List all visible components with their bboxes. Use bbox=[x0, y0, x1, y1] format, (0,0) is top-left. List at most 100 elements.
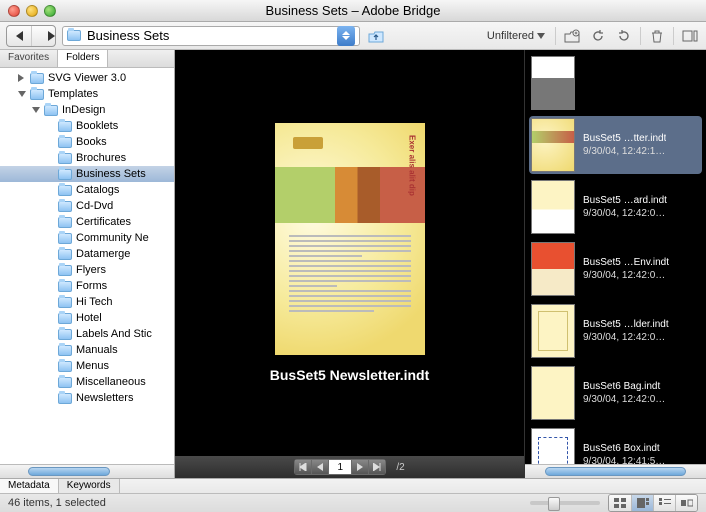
tree-item[interactable]: Certificates bbox=[0, 214, 174, 230]
sidebar-tab-favorites[interactable]: Favorites bbox=[0, 50, 58, 67]
content-horizontal-scrollbar[interactable] bbox=[525, 464, 706, 478]
view-versions-button[interactable] bbox=[675, 495, 697, 511]
tree-item[interactable]: SVG Viewer 3.0 bbox=[0, 70, 174, 86]
tree-item-label: Newsletters bbox=[76, 392, 133, 404]
rotate-cw-button[interactable] bbox=[614, 26, 634, 46]
folder-icon bbox=[44, 105, 58, 116]
disclosure-triangle-icon[interactable] bbox=[32, 107, 40, 113]
window-title: Business Sets – Adobe Bridge bbox=[0, 3, 706, 18]
thumbnail-item[interactable]: BusSet5 …tter.indt9/30/04, 12:42:1… bbox=[529, 116, 702, 174]
traffic-lights bbox=[8, 5, 56, 17]
path-dropdown[interactable]: Business Sets bbox=[62, 26, 360, 46]
tree-item-label: Forms bbox=[76, 280, 107, 292]
tree-item-label: Certificates bbox=[76, 216, 131, 228]
window-minimize-button[interactable] bbox=[26, 5, 38, 17]
sidebar-horizontal-scrollbar[interactable] bbox=[0, 464, 174, 478]
sidebar-tab-folders[interactable]: Folders bbox=[58, 50, 108, 67]
preview-page-controls: /2 bbox=[175, 456, 524, 478]
tree-item-label: Templates bbox=[48, 88, 98, 100]
tree-item[interactable]: Books bbox=[0, 134, 174, 150]
filter-label: Unfiltered bbox=[487, 30, 534, 42]
view-mode-buttons bbox=[608, 494, 698, 512]
status-text: 46 items, 1 selected bbox=[8, 497, 106, 509]
tree-item[interactable]: Hi Tech bbox=[0, 294, 174, 310]
folder-icon bbox=[58, 153, 72, 164]
folder-icon bbox=[58, 393, 72, 404]
tree-item[interactable]: Booklets bbox=[0, 118, 174, 134]
tree-item[interactable]: Manuals bbox=[0, 342, 174, 358]
thumbnail-image bbox=[531, 304, 575, 358]
thumbnail-item[interactable]: BusSet6 Box.indt9/30/04, 12:41:5… bbox=[525, 424, 706, 464]
filter-dropdown[interactable]: Unfiltered bbox=[483, 30, 549, 42]
page-first-button[interactable] bbox=[295, 460, 311, 474]
thumbnail-item[interactable]: BusSet6 Bag.indt 9/30/04, 12:42:0… bbox=[525, 362, 706, 424]
thumbnail-filename: BusSet5 …lder.indt bbox=[583, 319, 669, 330]
view-thumbnails-button[interactable] bbox=[609, 495, 631, 511]
tree-item[interactable]: Templates bbox=[0, 86, 174, 102]
nav-back-button[interactable] bbox=[7, 26, 31, 46]
rotate-ccw-button[interactable] bbox=[588, 26, 608, 46]
tree-item[interactable]: Miscellaneous bbox=[0, 374, 174, 390]
bottom-bar: Metadata Keywords 46 items, 1 selected bbox=[0, 478, 706, 512]
tree-item[interactable]: Forms bbox=[0, 278, 174, 294]
window-close-button[interactable] bbox=[8, 5, 20, 17]
page-total: /2 bbox=[396, 462, 404, 473]
page-number-input[interactable] bbox=[329, 460, 351, 474]
preview-pane: Exer alis alit dip BusSet5 Newsletter.in… bbox=[175, 50, 524, 478]
folder-icon bbox=[58, 377, 72, 388]
tree-item-label: Community Ne bbox=[76, 232, 149, 244]
view-details-button[interactable] bbox=[653, 495, 675, 511]
thumbnail-item[interactable] bbox=[525, 52, 706, 114]
path-stepper-icon[interactable] bbox=[337, 26, 355, 46]
new-folder-button[interactable] bbox=[562, 26, 582, 46]
tree-item[interactable]: Brochures bbox=[0, 150, 174, 166]
preview-filename: BusSet5 Newsletter.indt bbox=[270, 367, 430, 383]
bottom-tab-metadata[interactable]: Metadata bbox=[0, 479, 59, 493]
tree-item[interactable]: Datamerge bbox=[0, 246, 174, 262]
thumbnail-date: 9/30/04, 12:42:1… bbox=[583, 146, 666, 157]
view-filmstrip-button[interactable] bbox=[631, 495, 653, 511]
folder-icon bbox=[58, 345, 72, 356]
preview-thumbnail[interactable]: Exer alis alit dip bbox=[275, 123, 425, 355]
go-up-button[interactable] bbox=[366, 27, 386, 45]
tree-item[interactable]: Hotel bbox=[0, 310, 174, 326]
thumbnail-size-slider[interactable] bbox=[530, 501, 600, 505]
tree-item-label: Hi Tech bbox=[76, 296, 112, 308]
thumbnail-image bbox=[531, 366, 575, 420]
page-last-button[interactable] bbox=[369, 460, 385, 474]
trash-button[interactable] bbox=[647, 26, 667, 46]
thumbnail-date: 9/30/04, 12:42:0… bbox=[583, 394, 665, 405]
folder-icon bbox=[58, 201, 72, 212]
thumbnail-filename: BusSet6 Bag.indt bbox=[583, 381, 665, 392]
folder-icon bbox=[58, 265, 72, 276]
page-prev-button[interactable] bbox=[312, 460, 328, 474]
thumbnail-item[interactable]: BusSet5 …Env.indt9/30/04, 12:42:0… bbox=[525, 238, 706, 300]
thumbnail-date: 9/30/04, 12:41:5… bbox=[583, 456, 665, 464]
tree-item-label: Hotel bbox=[76, 312, 102, 324]
nav-forward-button[interactable] bbox=[31, 26, 55, 46]
thumbnail-image bbox=[531, 180, 575, 234]
thumbnail-item[interactable]: BusSet5 …lder.indt9/30/04, 12:42:0… bbox=[525, 300, 706, 362]
tree-item[interactable]: Flyers bbox=[0, 262, 174, 278]
page-next-button[interactable] bbox=[352, 460, 368, 474]
tree-item-label: Labels And Stic bbox=[76, 328, 152, 340]
tree-item[interactable]: Labels And Stic bbox=[0, 326, 174, 342]
sidebar: Favorites Folders SVG Viewer 3.0 Template… bbox=[0, 50, 175, 478]
window-zoom-button[interactable] bbox=[44, 5, 56, 17]
tree-item-label: Booklets bbox=[76, 120, 118, 132]
folder-icon bbox=[58, 185, 72, 196]
tree-item[interactable]: Cd-Dvd bbox=[0, 198, 174, 214]
folder-icon bbox=[58, 281, 72, 292]
disclosure-triangle-icon[interactable] bbox=[18, 74, 26, 82]
tree-item[interactable]: Menus bbox=[0, 358, 174, 374]
compact-mode-button[interactable] bbox=[680, 26, 700, 46]
folder-icon bbox=[58, 217, 72, 228]
tree-item[interactable]: Catalogs bbox=[0, 182, 174, 198]
tree-item[interactable]: Community Ne bbox=[0, 230, 174, 246]
disclosure-triangle-icon[interactable] bbox=[18, 91, 26, 97]
bottom-tab-keywords[interactable]: Keywords bbox=[59, 479, 120, 493]
thumbnail-item[interactable]: BusSet5 …ard.indt9/30/04, 12:42:0… bbox=[525, 176, 706, 238]
tree-item[interactable]: Business Sets bbox=[0, 166, 174, 182]
tree-item[interactable]: InDesign bbox=[0, 102, 174, 118]
tree-item[interactable]: Newsletters bbox=[0, 390, 174, 406]
